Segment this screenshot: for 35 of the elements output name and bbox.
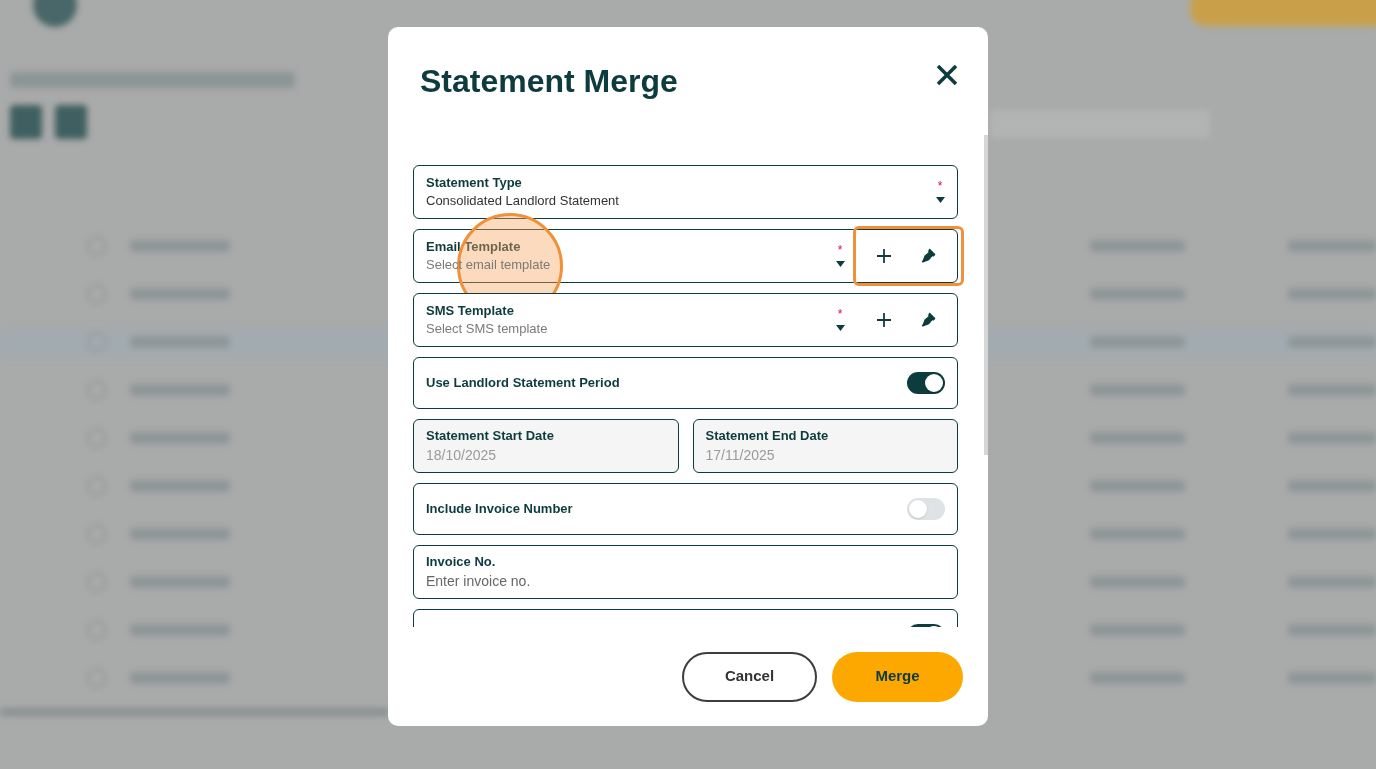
text-field[interactable]: Invoice No. Enter invoice no. [413, 545, 958, 599]
field-label: Statement Start Date [426, 427, 555, 445]
select-field[interactable]: SMS Template Select SMS template * [413, 293, 958, 347]
required-asterisk: * [837, 245, 843, 255]
field-value: 18/10/2025 [426, 446, 498, 465]
required-asterisk: * [837, 309, 843, 319]
toggle-switch[interactable] [907, 498, 945, 520]
field-label: Invoice No. [426, 553, 497, 571]
field-placeholder: Select SMS template [426, 320, 549, 338]
date-field[interactable]: Statement End Date 17/11/2025 [692, 419, 958, 473]
cancel-button[interactable]: Cancel [682, 651, 817, 702]
plus-icon[interactable] [877, 249, 891, 263]
field-label: Statement End Date [705, 427, 830, 445]
field-label: Email Template [426, 238, 522, 256]
required-asterisk: * [937, 181, 943, 191]
caret-icon [835, 325, 845, 331]
field-value: Consolidated Landlord Statement [426, 192, 620, 210]
toggle-switch[interactable] [907, 372, 945, 394]
plus-icon[interactable] [877, 313, 891, 327]
merge-button[interactable]: Merge [832, 651, 963, 702]
caret-icon [935, 197, 945, 203]
select-field[interactable]: Statement Type Consolidated Landlord Statement * [413, 165, 958, 219]
pen-nib-icon [919, 247, 937, 265]
close-icon[interactable] [936, 64, 958, 86]
dialog-title: Statement Merge [420, 62, 678, 101]
toggle-label: Use Landlord Statement Period [426, 374, 620, 393]
field-label: SMS Template [426, 302, 515, 320]
field-value: 17/11/2025 [705, 446, 776, 465]
pen-nib-icon [919, 311, 937, 329]
date-field[interactable]: Statement Start Date 18/10/2025 [413, 419, 679, 473]
field-placeholder: Enter invoice no. [426, 572, 532, 591]
field-label: Statement Type [426, 174, 523, 192]
caret-icon [835, 261, 845, 267]
scrollbar[interactable] [984, 135, 988, 455]
toggle-label: Include Invoice Number [426, 500, 573, 519]
